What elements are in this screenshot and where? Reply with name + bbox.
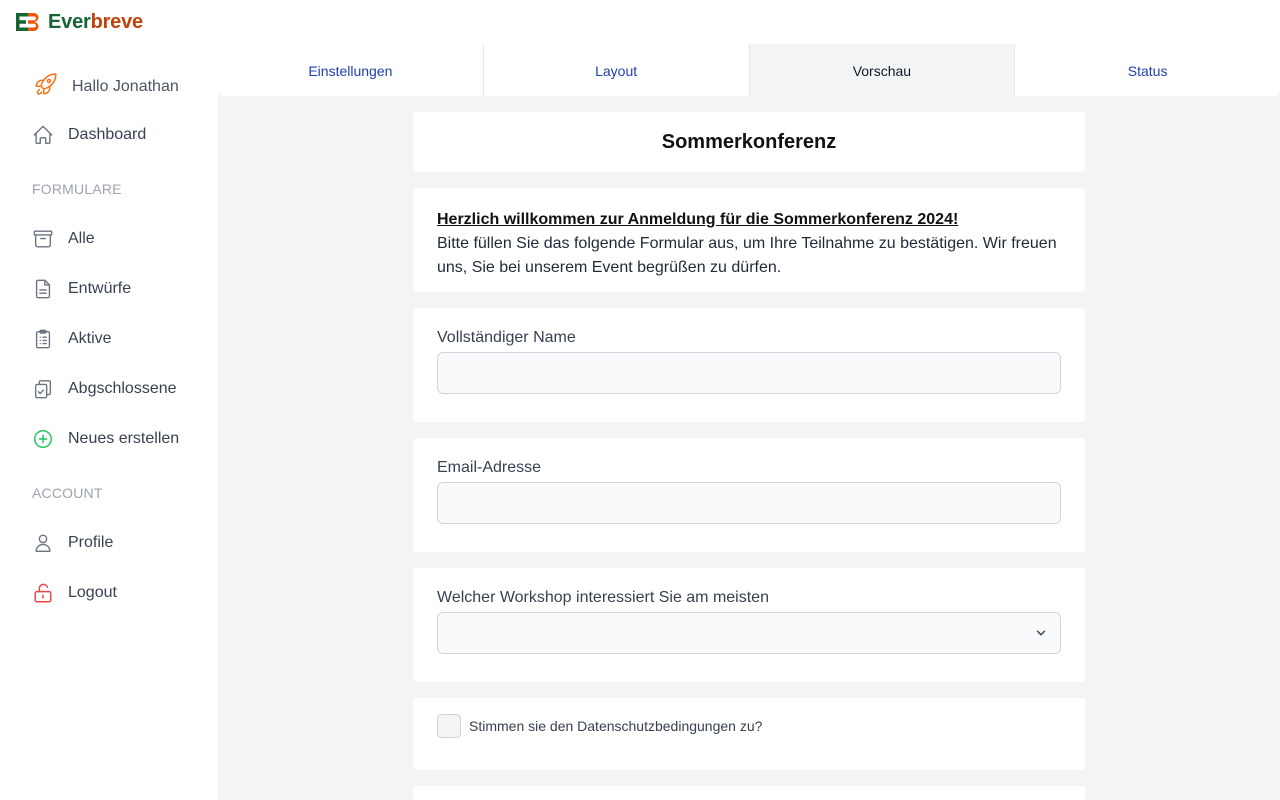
next-card-partial xyxy=(413,786,1085,800)
email-input[interactable] xyxy=(437,482,1061,524)
form-title: Sommerkonferenz xyxy=(661,130,837,153)
consent-checkbox[interactable] xyxy=(437,714,461,738)
sidebar-item-label: Entwürfe xyxy=(68,280,132,297)
tab-layout[interactable]: Layout xyxy=(484,44,750,96)
sidebar-item-label: Neues erstellen xyxy=(68,430,180,447)
sidebar-item-active[interactable]: Aktive xyxy=(32,327,112,351)
clipboard-check-icon xyxy=(32,378,54,400)
tab-preview[interactable]: Vorschau xyxy=(749,44,1016,96)
sidebar-item-label: Abgschlossene xyxy=(68,380,177,397)
sidebar-item-profile[interactable]: Profile xyxy=(32,531,113,555)
main-content: Einstellungen Layout Vorschau Status Som… xyxy=(218,44,1280,800)
document-text-icon xyxy=(32,278,54,300)
email-field-card: Email-Adresse xyxy=(413,438,1085,552)
archive-box-icon xyxy=(32,228,54,250)
name-input[interactable] xyxy=(437,352,1061,394)
sidebar: Hallo Jonathan Dashboard FORMULARE Alle … xyxy=(0,44,218,800)
sidebar-item-dashboard[interactable]: Dashboard xyxy=(32,123,146,147)
user-icon xyxy=(32,532,54,554)
clipboard-list-icon xyxy=(32,328,54,350)
sidebar-item-drafts[interactable]: Entwürfe xyxy=(32,277,131,301)
tab-status[interactable]: Status xyxy=(1015,44,1280,96)
workshop-label: Welcher Workshop interessiert Sie am mei… xyxy=(437,589,769,606)
form-intro-card: Herzlich willkommen zur Anmeldung für di… xyxy=(413,188,1085,292)
sidebar-item-create-new[interactable]: Neues erstellen xyxy=(32,427,179,451)
workshop-field-card: Welcher Workshop interessiert Sie am mei… xyxy=(413,568,1085,682)
lock-open-icon xyxy=(32,582,54,604)
form-title-card: Sommerkonferenz xyxy=(413,112,1085,172)
name-field-card: Vollständiger Name xyxy=(413,308,1085,422)
greeting: Hallo Jonathan xyxy=(34,72,179,101)
greeting-text: Hallo Jonathan xyxy=(72,77,179,95)
section-label-forms: FORMULARE xyxy=(32,181,122,197)
rocket-icon xyxy=(34,72,58,101)
consent-card: Stimmen sie den Datenschutzbedingungen z… xyxy=(413,698,1085,770)
sidebar-item-label: Profile xyxy=(68,534,114,551)
sidebar-item-completed[interactable]: Abgschlossene xyxy=(32,377,177,401)
name-label: Vollständiger Name xyxy=(437,329,576,346)
section-label-account: ACCOUNT xyxy=(32,485,103,501)
tab-bar: Einstellungen Layout Vorschau Status xyxy=(218,44,1280,96)
sidebar-item-label: Logout xyxy=(68,584,117,601)
app-logo[interactable]: Everbreve xyxy=(16,10,143,34)
logo-mark-icon xyxy=(16,13,39,31)
chevron-down-icon xyxy=(1034,626,1048,645)
home-icon xyxy=(32,124,54,146)
sidebar-item-all[interactable]: Alle xyxy=(32,227,95,251)
sidebar-item-logout[interactable]: Logout xyxy=(32,581,117,605)
email-label: Email-Adresse xyxy=(437,459,542,476)
workshop-select[interactable] xyxy=(437,612,1061,654)
consent-label: Stimmen sie den Datenschutzbedingungen z… xyxy=(469,718,763,734)
tab-settings[interactable]: Einstellungen xyxy=(218,44,484,96)
intro-heading: Herzlich willkommen zur Anmeldung für di… xyxy=(437,211,959,228)
sidebar-item-label: Dashboard xyxy=(68,126,147,143)
plus-circle-icon xyxy=(32,428,54,450)
intro-text: Bitte füllen Sie das folgende Formular a… xyxy=(437,235,1057,276)
sidebar-item-label: Alle xyxy=(68,230,95,247)
sidebar-item-label: Aktive xyxy=(68,330,112,347)
logo-text: Everbreve xyxy=(48,10,143,33)
